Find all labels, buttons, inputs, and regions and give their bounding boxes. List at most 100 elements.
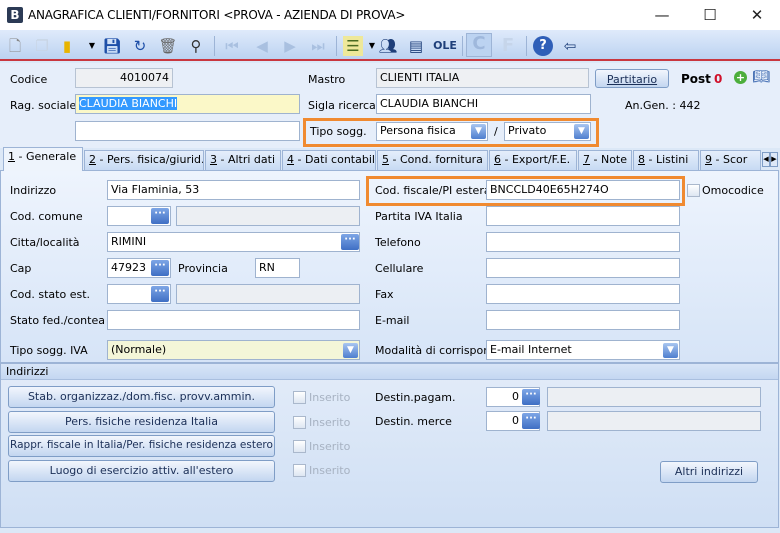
first-record-icon[interactable]: ⏮ — [222, 36, 242, 56]
tab-generale[interactable]: 1 - Generale — [3, 147, 83, 171]
delete-icon[interactable]: 🗑︎ — [158, 36, 178, 56]
destin-merce-description — [547, 411, 761, 431]
modalita-select[interactable]: E-mail Internet ▼ — [486, 340, 680, 360]
post-count: 0 — [714, 72, 723, 86]
copy-document-icon[interactable]: ❐ — [32, 36, 52, 56]
tab-cond-fornitura[interactable]: 5 - Cond. fornitura — [377, 150, 488, 170]
tab-scroll-right[interactable]: ▶ — [770, 152, 778, 167]
help-icon[interactable]: ? — [533, 36, 553, 56]
tab-altri-dati[interactable]: 3 - Altri dati — [205, 150, 281, 170]
inserito-checkbox[interactable] — [293, 391, 306, 404]
book-icon[interactable]: 📖︎ — [752, 69, 770, 85]
cod-stato-lookup-button[interactable]: ··· — [151, 286, 169, 302]
tab-pers-fisica[interactable]: 2 - Pers. fisica/giurid. — [84, 150, 204, 170]
luogo-esercizio-button[interactable]: Luogo di esercizio attiv. all'estero — [8, 460, 275, 482]
tipo-iva-label: Tipo sogg. IVA — [10, 344, 88, 357]
fax-field[interactable] — [486, 284, 680, 304]
f-button-icon[interactable]: F — [498, 36, 518, 56]
new-document-icon[interactable]: 🗋 — [5, 36, 25, 56]
tab-listini[interactable]: 8 - Listini — [633, 150, 699, 170]
tipo-sogg-select[interactable]: Persona fisica ▼ — [376, 122, 488, 141]
next-record-icon[interactable]: ▶ — [280, 36, 300, 56]
undo-icon[interactable]: ↻ — [130, 36, 150, 56]
chevron-down-icon: ▼ — [343, 343, 358, 358]
save-icon[interactable]: 💾︎ — [102, 36, 122, 56]
indirizzo-label: Indirizzo — [10, 184, 57, 197]
tab-export[interactable]: 6 - Export/F.E. — [489, 150, 577, 170]
users-icon[interactable]: 👥︎ — [378, 36, 398, 56]
mastro-field[interactable]: CLIENTI ITALIA — [376, 68, 589, 88]
tipo-sogg2-select[interactable]: Privato ▼ — [504, 122, 591, 141]
pers-fisiche-italia-button[interactable]: Pers. fisiche residenza Italia — [8, 411, 275, 433]
sigla-field[interactable]: CLAUDIA BIANCHI — [376, 94, 591, 114]
cod-fiscale-label: Cod. fiscale/PI estera — [375, 184, 491, 197]
partita-iva-field[interactable] — [486, 206, 680, 226]
previous-record-icon[interactable]: ◀ — [252, 36, 272, 56]
tipo-iva-select[interactable]: (Normale) ▼ — [107, 340, 360, 360]
citta-field[interactable]: RIMINI — [107, 232, 360, 252]
modalita-label: Modalità di corrispond. — [375, 344, 501, 357]
separator — [336, 36, 337, 56]
rappr-fiscale-button[interactable]: Rappr. fiscale in Italia/Per. fisiche re… — [8, 435, 275, 457]
post-label: Post — [681, 72, 711, 86]
altri-indirizzi-button[interactable]: Altri indirizzi — [660, 461, 758, 483]
destin-pagam-description — [547, 387, 761, 407]
omocodice-label: Omocodice — [702, 184, 764, 197]
stato-fed-field[interactable] — [107, 310, 360, 330]
rag-sociale-field[interactable]: CLAUDIA BIANCHI — [75, 94, 300, 114]
open-folder-icon[interactable]: ▮ — [57, 36, 77, 56]
destin-pagam-lookup-button[interactable]: ··· — [522, 389, 540, 405]
rag-sociale-value: CLAUDIA BIANCHI — [79, 97, 178, 110]
indirizzo-field[interactable]: Via Flaminia, 53 — [107, 180, 360, 200]
inserito-label: Inserito — [309, 440, 351, 453]
provincia-field[interactable]: RN — [255, 258, 300, 278]
close-button[interactable]: ✕ — [742, 4, 772, 26]
cod-comune-lookup-button[interactable]: ··· — [151, 208, 169, 224]
list-icon[interactable]: ☰ — [343, 36, 363, 56]
contact-card-icon[interactable]: ▤ — [406, 36, 426, 56]
add-icon[interactable]: + — [734, 71, 747, 84]
inserito-checkbox[interactable] — [293, 464, 306, 477]
stab-organizzaz-button[interactable]: Stab. organizzaz./dom.fisc. provv.ammin. — [8, 386, 275, 408]
maximize-button[interactable]: ☐ — [695, 4, 725, 26]
tab-dati-contabili[interactable]: 4 - Dati contabili — [282, 150, 376, 170]
chevron-down-icon: ▼ — [574, 124, 589, 139]
tab-note[interactable]: 7 - Note — [578, 150, 632, 170]
tab-sconti[interactable]: 9 - Scor — [700, 150, 761, 170]
tipo-sogg-value: Persona fisica — [380, 124, 456, 137]
cod-stato-label: Cod. stato est. — [10, 288, 91, 301]
codice-field[interactable]: 4010074 — [75, 68, 173, 88]
stato-description-field — [176, 284, 360, 304]
extra-field[interactable] — [75, 121, 300, 141]
inserito-label: Inserito — [309, 391, 351, 404]
tab-scroll-left[interactable]: ◀ — [762, 152, 770, 167]
cellulare-field[interactable] — [486, 258, 680, 278]
ole-icon[interactable]: OLE — [432, 36, 458, 56]
destin-merce-lookup-button[interactable]: ··· — [522, 413, 540, 429]
citta-label: Citta/località — [10, 236, 80, 249]
cod-comune-label: Cod. comune — [10, 210, 83, 223]
minimize-button[interactable]: — — [647, 4, 677, 26]
separator — [214, 36, 215, 56]
modalita-value: E-mail Internet — [490, 343, 572, 356]
inserito-checkbox[interactable] — [293, 416, 306, 429]
cap-lookup-button[interactable]: ··· — [151, 260, 169, 276]
separator — [462, 36, 463, 56]
inserito-label: Inserito — [309, 464, 351, 477]
fax-label: Fax — [375, 288, 394, 301]
partitario-button[interactable]: Partitario — [595, 69, 669, 88]
omocodice-checkbox[interactable] — [687, 184, 700, 197]
tipo-sogg2-value: Privato — [508, 124, 547, 137]
rag-sociale-label: Rag. sociale — [10, 99, 77, 112]
inserito-checkbox[interactable] — [293, 440, 306, 453]
last-record-icon[interactable]: ⏭ — [308, 36, 328, 56]
cod-fiscale-field[interactable]: BNCCLD40E65H274O — [486, 180, 680, 200]
c-button-icon[interactable]: C — [466, 33, 492, 57]
citta-lookup-button[interactable]: ··· — [341, 234, 359, 250]
binoculars-icon[interactable]: ⚲ — [186, 36, 206, 56]
exit-icon[interactable]: ⇦ — [560, 36, 580, 56]
telefono-field[interactable] — [486, 232, 680, 252]
chevron-down-icon[interactable]: ▼ — [82, 36, 102, 56]
sigla-label: Sigla ricerca — [308, 99, 376, 112]
email-field[interactable] — [486, 310, 680, 330]
